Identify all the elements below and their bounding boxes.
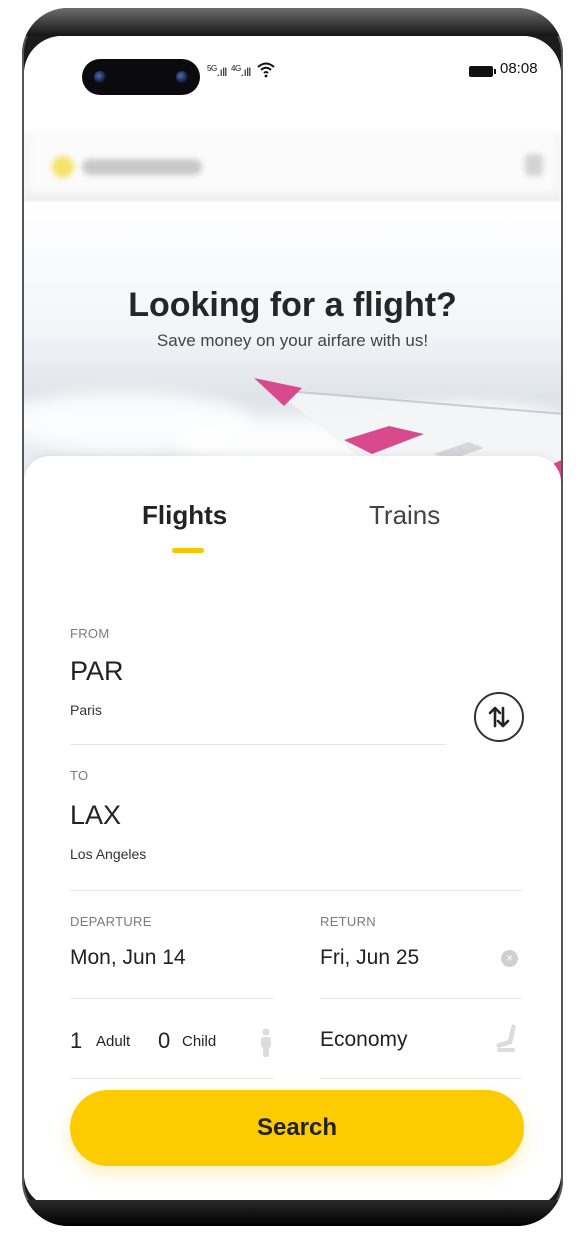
divider	[70, 998, 274, 999]
status-bar: 5G.ıll 4G.ıll 08:08	[24, 36, 561, 132]
status-time: 08:08	[500, 60, 538, 77]
departure-label: DEPARTURE	[70, 914, 152, 929]
from-code[interactable]: PAR	[70, 656, 124, 687]
return-date[interactable]: Fri, Jun 25	[320, 946, 419, 970]
camera-cutout	[82, 59, 200, 95]
to-label: TO	[70, 768, 89, 783]
phone-bezel-top	[22, 8, 563, 36]
from-label: FROM	[70, 626, 110, 641]
app-logo-icon[interactable]	[52, 156, 74, 178]
divider	[320, 998, 522, 999]
cabin-class[interactable]: Economy	[320, 1028, 408, 1052]
to-city[interactable]: Los Angeles	[70, 846, 146, 862]
front-sensor-icon	[176, 71, 188, 83]
divider	[70, 744, 446, 745]
app-logo-wordmark	[82, 159, 202, 175]
phone-bezel-bottom	[22, 1200, 563, 1226]
menu-icon[interactable]	[525, 154, 543, 176]
tab-flights[interactable]: Flights	[142, 500, 227, 531]
return-label: RETURN	[320, 914, 376, 929]
clear-return-icon[interactable]: ×	[501, 950, 518, 967]
search-card: Flights Trains FROM PAR Paris TO LAX Los…	[24, 456, 561, 1208]
divider	[70, 1078, 274, 1079]
seat-icon	[496, 1024, 516, 1052]
hero-banner: Looking for a flight? Save money on your…	[24, 202, 561, 482]
app-screen: 5G.ıll 4G.ıll 08:08 Looking for a flight…	[24, 36, 561, 1208]
divider	[320, 1078, 522, 1079]
front-camera-icon	[94, 71, 106, 83]
swap-button[interactable]	[474, 692, 524, 742]
active-tab-indicator	[172, 548, 204, 553]
app-header	[24, 132, 561, 202]
person-icon	[261, 1028, 271, 1057]
child-count[interactable]: 0	[158, 1028, 170, 1054]
adult-label: Adult	[96, 1033, 131, 1050]
tab-trains[interactable]: Trains	[369, 500, 440, 531]
swap-arrows-icon	[488, 706, 510, 728]
wifi-icon	[257, 62, 275, 78]
signal-4g-icon: 4G.ıll	[231, 64, 251, 79]
signal-5g-icon: 5G.ıll	[207, 64, 227, 79]
hero-title: Looking for a flight?	[128, 286, 457, 324]
adult-count[interactable]: 1	[70, 1028, 82, 1054]
to-code[interactable]: LAX	[70, 800, 121, 831]
departure-date[interactable]: Mon, Jun 14	[70, 946, 186, 970]
child-label: Child	[182, 1033, 217, 1050]
search-button[interactable]: Search	[70, 1090, 524, 1166]
battery-icon	[469, 66, 496, 77]
phone-frame: 5G.ıll 4G.ıll 08:08 Looking for a flight…	[22, 8, 563, 1226]
from-city[interactable]: Paris	[70, 702, 102, 718]
divider	[70, 890, 522, 891]
